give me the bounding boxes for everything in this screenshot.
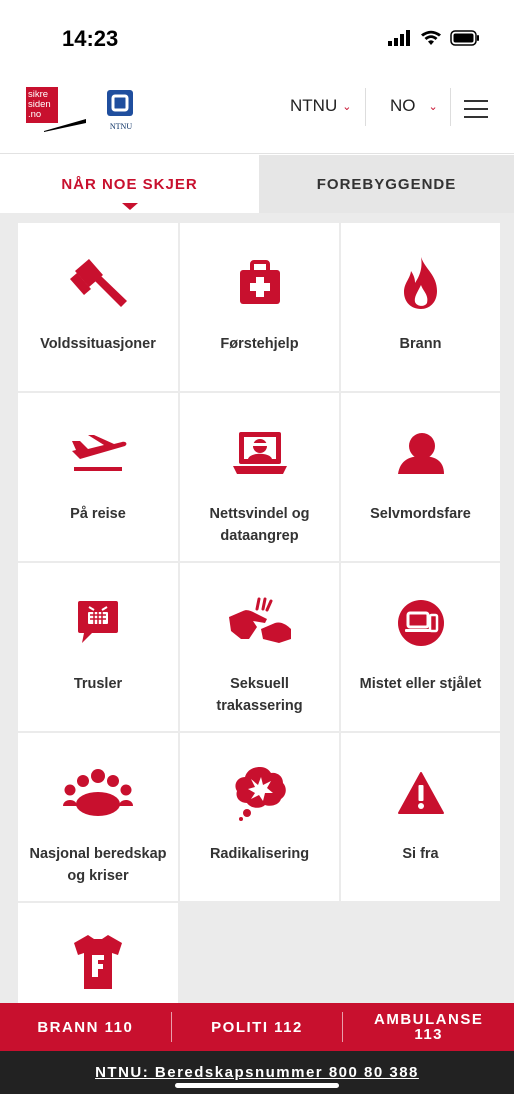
status-icons: [388, 30, 480, 46]
call-police-button[interactable]: POLITI 112: [172, 1012, 343, 1042]
tile-label: Seksuell trakassering: [216, 676, 303, 714]
tile-forstehjelp[interactable]: Førstehjelp: [180, 223, 339, 391]
gavel-icon: [63, 253, 133, 313]
threat-speech-bubble-icon: [63, 593, 133, 653]
wifi-icon: [421, 30, 441, 45]
svg-text:.no: .no: [28, 109, 41, 120]
language-selector[interactable]: NO ⌄: [390, 96, 438, 116]
tile-label: Trusler: [73, 676, 123, 692]
header-divider: [450, 88, 451, 126]
call-police-label: POLITI 112: [211, 1018, 303, 1036]
lost-device-icon: [386, 593, 456, 653]
chevron-down-icon: ⌄: [342, 100, 352, 113]
header-divider: [365, 88, 366, 126]
call-ambulance-label: AMBULANSE: [374, 1011, 484, 1028]
tile-seksuell-trakassering[interactable]: Seksuell trakassering: [180, 563, 339, 731]
tile-voldssituasjoner[interactable]: Voldssituasjoner: [18, 223, 178, 391]
thought-bubble-icon: [225, 763, 295, 823]
ntnu-emergency-label: NTNU: Beredskapsnummer 800 80 388: [95, 1064, 419, 1081]
tab-nar-noe-skjer[interactable]: NÅR NOE SKJER: [0, 155, 259, 213]
ntnu-logo-label: NTNU: [109, 122, 133, 131]
tile-label: Si fra: [402, 846, 439, 862]
tile-nettsvindel[interactable]: Nettsvindel og dataangrep: [180, 393, 339, 561]
ntnu-logo[interactable]: NTNU: [103, 86, 139, 132]
org-selector-label: NTNU: [290, 96, 338, 115]
first-aid-kit-icon: [225, 253, 295, 313]
harassment-hands-icon: [225, 593, 295, 653]
tile-t-shirt[interactable]: [18, 903, 178, 1003]
tile-label: Radikalisering: [209, 846, 310, 862]
tile-pa-reise[interactable]: På reise: [18, 393, 178, 561]
tile-label: Voldssituasjoner: [40, 336, 156, 352]
tab-label: FOREBYGGENDE: [316, 175, 457, 193]
tile-radikalisering[interactable]: Radikalisering: [180, 733, 339, 901]
active-tab-indicator: [121, 203, 138, 210]
signal-icon: [388, 30, 410, 46]
tile-brann[interactable]: Brann: [341, 223, 500, 391]
call-ambulance-button[interactable]: AMBULANSE 113: [343, 1012, 514, 1042]
tile-label: Brann: [399, 336, 442, 352]
tile-label: Nasjonal beredskap og kriser: [29, 846, 167, 884]
sikresiden-logo[interactable]: sikre siden .no: [26, 85, 86, 133]
call-ambulance-number: 113: [414, 1026, 444, 1043]
t-shirt-icon: [63, 933, 133, 989]
tile-selvmordsfare[interactable]: Selvmordsfare: [341, 393, 500, 561]
app-header: sikre siden .no NTNU NTNU ⌄ NO ⌄: [0, 80, 514, 154]
org-selector[interactable]: NTNU ⌄: [290, 96, 351, 116]
situation-grid: Voldssituasjoner Førstehjelp Brann På re…: [0, 213, 514, 1003]
tile-mistet-eller-stjalet[interactable]: Mistet eller stjålet: [341, 563, 500, 731]
person-icon: [386, 423, 456, 483]
status-time: 14:23: [62, 26, 119, 51]
airplane-icon: [63, 423, 133, 483]
battery-icon: [450, 30, 479, 46]
tile-label: Selvmordsfare: [370, 506, 471, 522]
tile-label: Nettsvindel og dataangrep: [209, 506, 310, 544]
warning-icon: [386, 763, 456, 823]
tab-label: NÅR NOE SKJER: [61, 175, 198, 193]
tile-label: Mistet eller stjålet: [359, 676, 482, 692]
tab-bar: NÅR NOE SKJER FOREBYGGENDE: [0, 155, 514, 213]
call-fire-button[interactable]: BRANN 110: [0, 1012, 171, 1042]
status-bar: 14:23: [0, 0, 514, 80]
chevron-down-icon: ⌄: [428, 100, 438, 113]
tile-nasjonal-beredskap[interactable]: Nasjonal beredskap og kriser: [18, 733, 178, 901]
home-indicator: [175, 1083, 339, 1088]
menu-icon[interactable]: [464, 100, 488, 118]
people-group-icon: [63, 763, 133, 823]
language-selector-label: NO: [390, 96, 416, 115]
tile-label: Førstehjelp: [220, 336, 299, 352]
tile-trusler[interactable]: Trusler: [18, 563, 178, 731]
call-fire-label: BRANN 110: [37, 1018, 134, 1036]
tab-forebyggende[interactable]: FOREBYGGENDE: [259, 155, 514, 213]
hacker-laptop-icon: [225, 423, 295, 483]
emergency-numbers-bar: BRANN 110 POLITI 112 AMBULANSE 113: [0, 1003, 514, 1051]
tile-label: På reise: [70, 506, 126, 522]
tile-si-fra[interactable]: Si fra: [341, 733, 500, 901]
flame-icon: [386, 253, 456, 313]
